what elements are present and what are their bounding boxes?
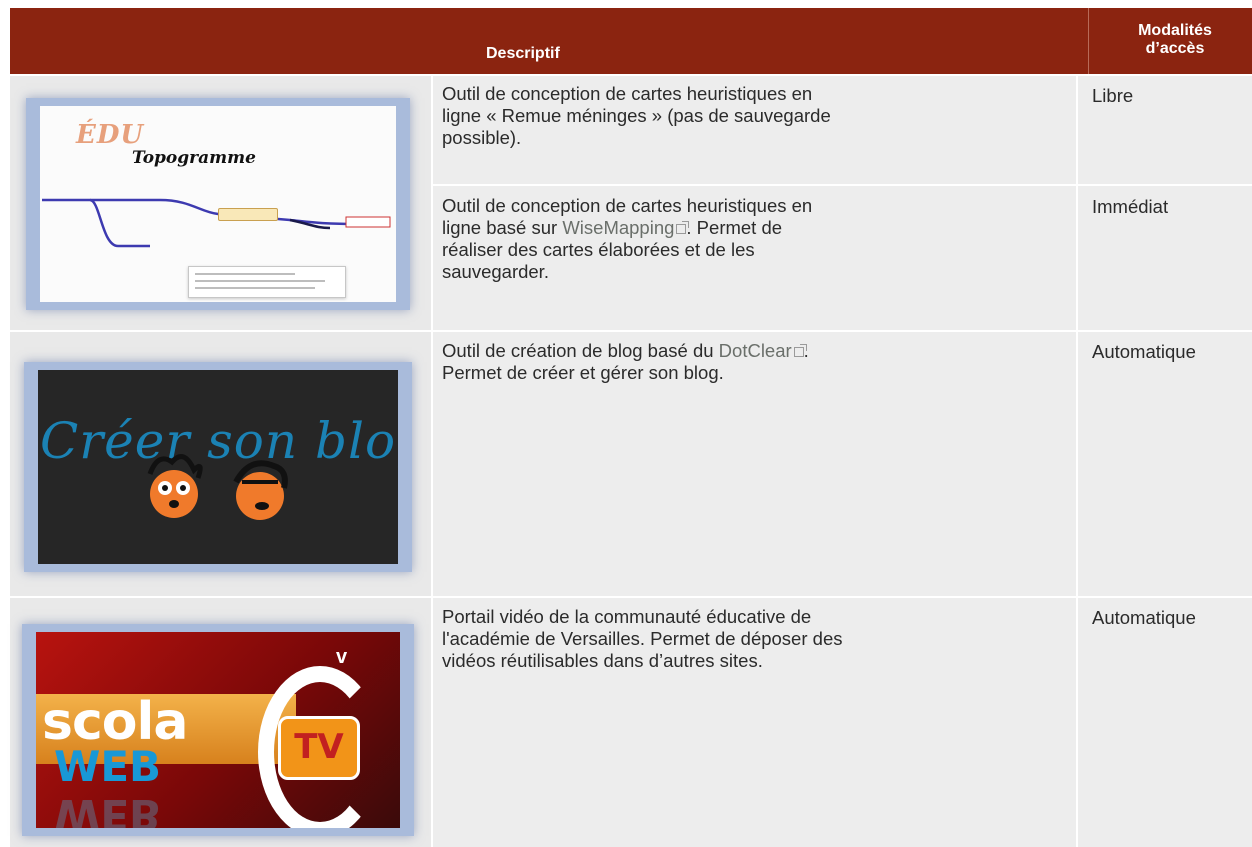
wisemapping-link[interactable]: WiseMapping	[562, 217, 674, 238]
row2-line1-text: Outil de création de blog basé du	[442, 340, 719, 361]
row1b-description: Outil de conception de cartes heuristiqu…	[442, 195, 812, 283]
row1b-access: Immédiat	[1092, 196, 1169, 217]
external-link-icon	[676, 221, 690, 234]
row2-access-cell	[1078, 332, 1252, 596]
row3-line1: Portail vidéo de la communauté éducative…	[442, 606, 812, 627]
row1a-description: Outil de conception de cartes heuristiqu…	[442, 83, 831, 149]
row2-line1: Outil de création de blog basé du DotCle…	[442, 340, 809, 362]
row3-access-cell	[1078, 598, 1252, 847]
row2-description: Outil de création de blog basé du DotCle…	[442, 340, 809, 384]
blog-image: Créer son blog	[38, 370, 398, 564]
scolaweb-image: scola WEB WEB TV v	[36, 632, 400, 828]
topogramme-thumbnail[interactable]: ÉDU Topogramme	[26, 98, 410, 310]
row3-line2: l'académie de Versailles. Permet de dépo…	[442, 628, 843, 649]
web-logo-text: WEB	[54, 742, 162, 791]
external-link-icon	[793, 344, 807, 357]
row1b-line2: ligne basé sur WiseMapping . Permet de	[442, 217, 812, 239]
blog-faces-drawing	[147, 454, 288, 520]
dotclear-link[interactable]: DotClear	[719, 340, 792, 361]
row1b-line2-tail: . Permet de	[686, 217, 783, 238]
row2-line2: Permet de créer et gérer son blog.	[442, 362, 724, 383]
row3-access: Automatique	[1092, 607, 1196, 628]
header-modalites-line2: d’accès	[1145, 40, 1205, 57]
header-modalites: Modalités d’accès	[1088, 22, 1252, 58]
row1a-line3: possible).	[442, 127, 522, 148]
row1a-access: Libre	[1092, 85, 1134, 106]
header-descriptif: Descriptif	[486, 45, 560, 62]
blog-thumbnail[interactable]: Créer son blog	[24, 362, 412, 572]
row1b-line1: Outil de conception de cartes heuristiqu…	[442, 195, 813, 216]
main-idea-node	[218, 208, 278, 221]
scolaweb-thumbnail[interactable]: scola WEB WEB TV v	[22, 624, 414, 836]
row1a-line2: ligne « Remue méninges » (pas de sauvega…	[442, 105, 831, 126]
header-modalites-line1: Modalités	[1138, 22, 1212, 39]
table-header: Descriptif Modalités d’accès	[10, 8, 1252, 74]
row3-description: Portail vidéo de la communauté éducative…	[442, 606, 842, 672]
v-logo-text: v	[336, 646, 348, 668]
web-reflection: WEB	[54, 790, 162, 828]
topogramme-image: ÉDU Topogramme	[40, 106, 396, 302]
mindmap-tooltip-box	[188, 266, 346, 298]
tv-logo-badge: TV	[278, 716, 360, 780]
row1b-line3: réaliser des cartes élaborées et de les	[442, 239, 755, 260]
row2-access: Automatique	[1092, 341, 1196, 362]
row1a-line1: Outil de conception de cartes heuristiqu…	[442, 83, 813, 104]
row1b-line4: sauvegarder.	[442, 261, 549, 282]
row1b-line2-text: ligne basé sur	[442, 217, 563, 238]
row3-line3: vidéos réutilisables dans d’autres sites…	[442, 650, 763, 671]
